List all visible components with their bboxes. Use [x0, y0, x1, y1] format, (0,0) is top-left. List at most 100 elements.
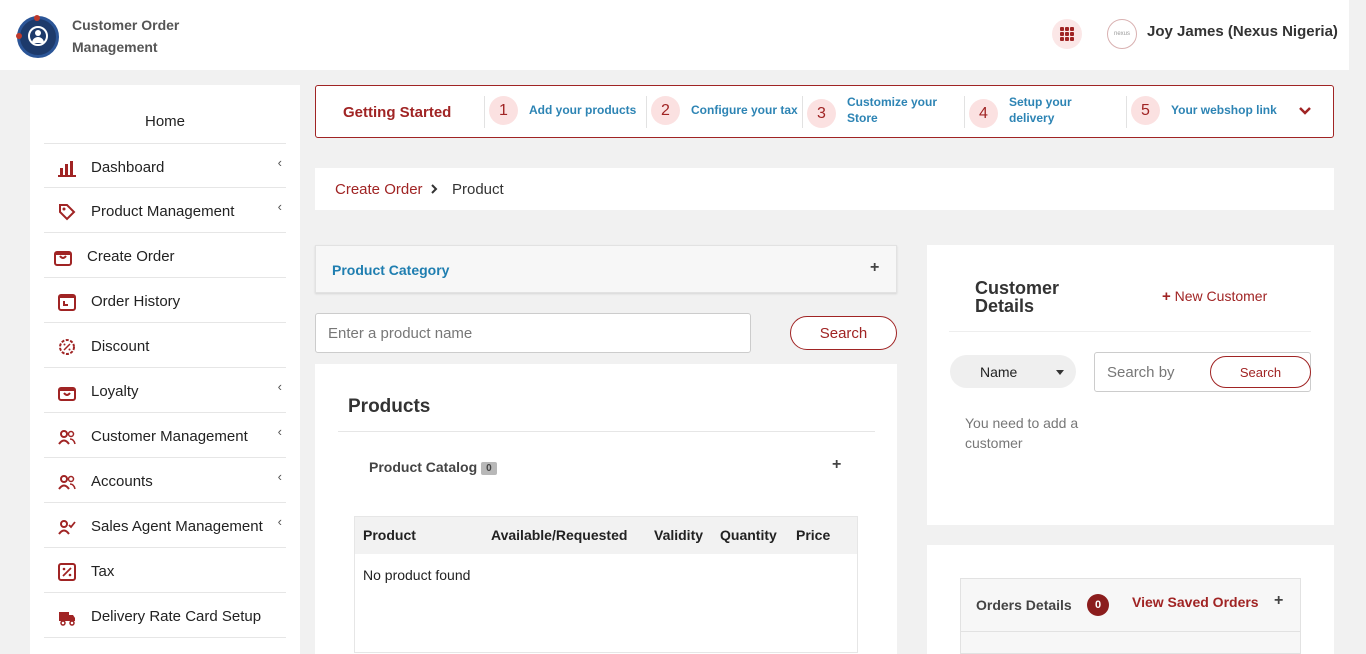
divider: [949, 331, 1311, 332]
chevron-left-icon: ‹: [277, 514, 282, 529]
sidebar-item-label: Order History: [91, 293, 181, 310]
orders-details-title: Orders Details: [976, 597, 1072, 613]
sidebar-item-label: Customer Management: [91, 428, 248, 445]
new-customer-button[interactable]: + New Customer: [1162, 288, 1267, 305]
orders-details-box: Orders Details 0 View Saved Orders +: [960, 578, 1301, 654]
caret-down-icon: [1056, 370, 1064, 375]
step-setup-delivery[interactable]: 4 Setup your delivery: [964, 95, 1126, 128]
getting-started-bar: Getting Started 1 Add your products 2 Co…: [315, 85, 1334, 138]
sidebar-item-label: Product Management: [91, 203, 235, 220]
plus-icon: +: [1162, 288, 1171, 305]
column-header-validity: Validity: [654, 527, 704, 543]
users-icon: [58, 475, 76, 490]
sidebar-item-accounts[interactable]: Accounts ‹: [44, 458, 286, 503]
getting-started-title: Getting Started: [343, 104, 452, 121]
new-customer-label: New Customer: [1174, 288, 1268, 304]
step-label: Configure your tax: [691, 103, 798, 117]
column-header-product: Product: [363, 527, 416, 543]
sidebar-item-label: Loyalty: [91, 383, 139, 400]
view-saved-orders-link[interactable]: View Saved Orders: [1132, 594, 1259, 610]
product-catalog-title: Product Catalog: [369, 459, 478, 475]
step-customize-store[interactable]: 3 Customize your Store: [802, 95, 964, 128]
chevron-left-icon: ‹: [277, 379, 282, 394]
search-field-value: Name: [980, 364, 1018, 380]
sidebar-item-delivery-rate-card-setup[interactable]: Delivery Rate Card Setup: [44, 593, 286, 638]
sidebar-item-product-management[interactable]: Product Management ‹: [44, 188, 286, 233]
sidebar-item-sales-agent-management[interactable]: Sales Agent Management ‹: [44, 503, 286, 548]
chevron-left-icon: ‹: [277, 199, 282, 214]
product-category-panel[interactable]: Product Category +: [315, 245, 897, 293]
no-customer-message: You need to add a customer: [965, 415, 1079, 451]
sidebar-item-create-order[interactable]: Create Order: [44, 233, 286, 278]
empty-table-message: No product found: [363, 567, 471, 583]
percent-icon: [58, 563, 76, 581]
sidebar-item-loyalty[interactable]: Loyalty ‹: [44, 368, 286, 413]
tag-icon: [59, 204, 76, 221]
sidebar-home-link[interactable]: Home: [30, 113, 300, 130]
truck-icon: [59, 612, 75, 626]
orders-count-badge: 0: [1087, 594, 1109, 616]
sidebar-item-discount[interactable]: Discount: [44, 323, 286, 368]
page-scrollbar[interactable]: [1349, 0, 1366, 654]
sidebar-item-order-history[interactable]: Order History: [44, 278, 286, 323]
sidebar-item-dashboard[interactable]: Dashboard ‹: [44, 143, 286, 188]
step-number: 4: [969, 99, 998, 128]
expand-plus-icon[interactable]: +: [1274, 592, 1283, 610]
product-category-title: Product Category: [332, 262, 450, 278]
shopping-bag-icon: [54, 251, 72, 266]
user-check-icon: [58, 520, 76, 535]
product-table: Product Available/Requested Validity Qua…: [354, 516, 858, 653]
step-label: Add your products: [529, 103, 637, 117]
breadcrumb: Create Order Product: [315, 168, 1334, 210]
app-logo-icon[interactable]: [16, 15, 59, 58]
step-add-products[interactable]: 1 Add your products: [484, 96, 640, 128]
chevron-down-icon[interactable]: [1298, 104, 1312, 118]
sidebar-item-label: Create Order: [87, 248, 175, 265]
column-header-available: Available/Requested: [491, 527, 628, 543]
breadcrumb-create-order[interactable]: Create Order: [335, 181, 423, 198]
sidebar-item-tax[interactable]: Tax: [44, 548, 286, 593]
expand-plus-icon[interactable]: +: [870, 259, 879, 277]
column-header-price: Price: [796, 527, 831, 543]
step-label: Your webshop link: [1171, 103, 1277, 117]
products-title: Products: [348, 396, 431, 417]
user-avatar[interactable]: nexus: [1107, 19, 1137, 49]
sidebar-item-label: Tax: [91, 563, 115, 580]
discount-icon: [59, 339, 75, 355]
divider: [961, 631, 1300, 632]
table-header: Product Available/Requested Validity Qua…: [355, 517, 857, 554]
column-header-quantity: Quantity: [720, 527, 777, 543]
sidebar-item-label: Delivery Rate Card Setup: [91, 608, 262, 625]
chevron-left-icon: ‹: [277, 424, 282, 439]
users-icon: [58, 430, 76, 445]
step-number: 5: [1131, 96, 1160, 125]
customer-search-button[interactable]: Search: [1210, 356, 1311, 388]
customer-details-panel: Customer Details + New Customer Name Sea…: [927, 245, 1334, 525]
chevron-left-icon: ‹: [277, 469, 282, 484]
products-panel: Products Product Catalog 0 + Product Avai…: [315, 364, 897, 654]
product-search-input[interactable]: [315, 313, 751, 353]
catalog-count-badge: 0: [481, 461, 497, 475]
sidebar-item-customer-management[interactable]: Customer Management ‹: [44, 413, 286, 458]
sidebar-item-label: Accounts: [91, 473, 153, 490]
sidebar-item-label: Discount: [91, 338, 150, 355]
product-search-button[interactable]: Search: [790, 316, 897, 350]
search-field-select[interactable]: Name: [950, 355, 1076, 388]
app-title: Customer Order Management: [72, 17, 180, 55]
apps-grid-icon[interactable]: [1052, 19, 1082, 49]
chevron-right-icon: [431, 184, 438, 194]
chevron-left-icon: ‹: [277, 155, 282, 170]
step-configure-tax[interactable]: 2 Configure your tax: [646, 96, 802, 128]
expand-plus-icon[interactable]: +: [832, 456, 841, 474]
gift-icon: [58, 387, 76, 401]
sidebar: Home Dashboard ‹ Product Management ‹ Cr…: [30, 85, 300, 654]
customer-search-input[interactable]: [1096, 354, 1206, 390]
bar-chart-icon: [58, 161, 76, 177]
step-webshop-link[interactable]: 5 Your webshop link: [1126, 96, 1286, 128]
customer-details-title: Customer Details: [975, 278, 1060, 316]
user-name[interactable]: Joy James (Nexus Nigeria): [1147, 23, 1338, 40]
step-number: 3: [807, 99, 836, 128]
product-catalog-header[interactable]: Product Catalog 0: [369, 459, 497, 475]
customer-search-box: Search: [1094, 352, 1311, 392]
sidebar-item-label: Dashboard: [91, 159, 165, 176]
